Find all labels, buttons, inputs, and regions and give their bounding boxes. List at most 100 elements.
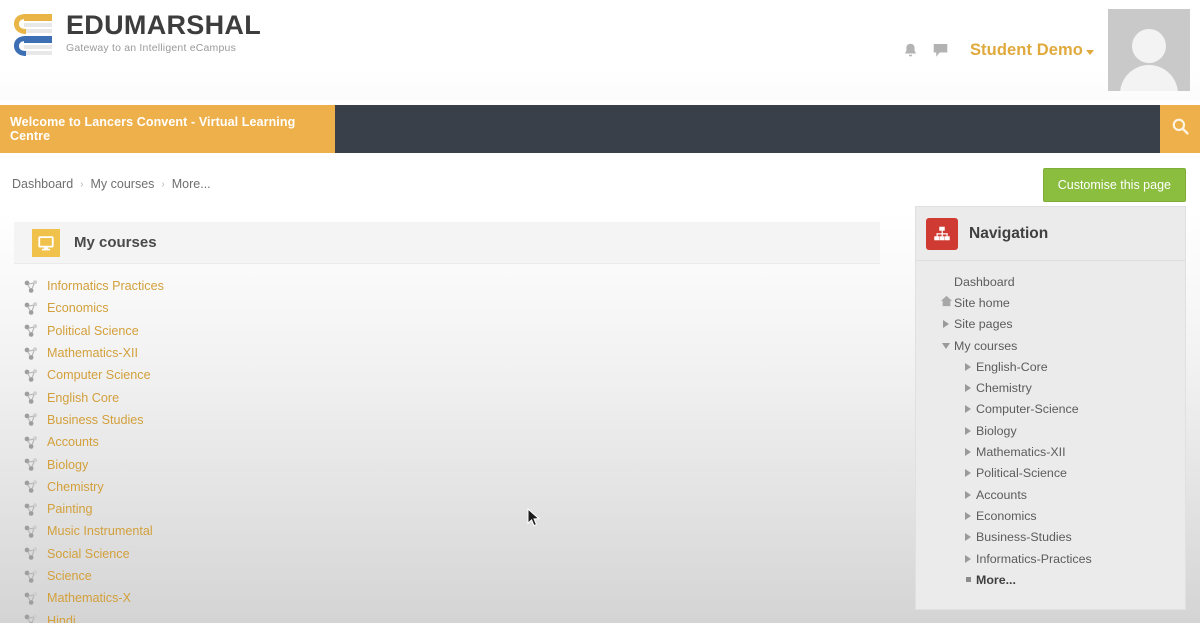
user-name-label[interactable]: Student Demo: [970, 41, 1083, 60]
course-link[interactable]: Science: [47, 569, 92, 583]
search-button[interactable]: [1160, 105, 1200, 153]
breadcrumb-separator: ›: [161, 178, 165, 190]
chevron-right-icon[interactable]: [965, 384, 971, 393]
nav-item-label: English-Core: [976, 359, 1048, 374]
course-list-item[interactable]: Painting: [14, 498, 880, 520]
course-list-item[interactable]: Biology: [14, 453, 880, 475]
nav-tree-item[interactable]: My courses: [916, 335, 1185, 356]
chevron-right-icon[interactable]: [965, 362, 971, 371]
nav-item-label: Accounts: [976, 487, 1027, 502]
breadcrumb: Dashboard › My courses › More...: [12, 177, 211, 191]
course-link[interactable]: Mathematics-XII: [47, 346, 138, 360]
course-link[interactable]: Mathematics-X: [47, 591, 131, 605]
chevron-right-icon[interactable]: [965, 490, 971, 499]
nav-tree-item[interactable]: Biology: [916, 420, 1185, 441]
course-list-item[interactable]: Mathematics-XII: [14, 342, 880, 364]
nav-tree-item[interactable]: Chemistry: [916, 377, 1185, 398]
nav-item-bullet: [938, 342, 954, 349]
brand-text: EDUMARSHAL Gateway to an Intelligent eCa…: [66, 10, 261, 55]
nav-item-label: Political-Science: [976, 466, 1067, 481]
chevron-right-icon[interactable]: [965, 554, 971, 563]
course-summary-icon: [24, 346, 39, 361]
course-link[interactable]: Hindi: [47, 614, 76, 623]
course-list-item[interactable]: English Core: [14, 386, 880, 408]
nav-tree-item[interactable]: Computer-Science: [916, 399, 1185, 420]
course-link[interactable]: Economics: [47, 301, 109, 315]
breadcrumb-item-dashboard[interactable]: Dashboard: [12, 177, 73, 191]
nav-tree-item[interactable]: Site home: [916, 292, 1185, 313]
course-link[interactable]: Political Science: [47, 324, 139, 338]
chevron-right-icon[interactable]: [965, 448, 971, 457]
message-bubble-icon[interactable]: [930, 39, 952, 61]
chevron-right-icon[interactable]: [965, 426, 971, 435]
course-summary-icon: [24, 412, 39, 427]
avatar[interactable]: [1108, 9, 1190, 91]
course-link[interactable]: Informatics Practices: [47, 279, 164, 293]
course-summary-icon: [24, 457, 39, 472]
course-list: Informatics Practices Economics Political …: [14, 275, 880, 623]
brand-logo[interactable]: EDUMARSHAL Gateway to an Intelligent eCa…: [10, 6, 261, 60]
course-list-item[interactable]: Social Science: [14, 543, 880, 565]
navbar-dark-area: [335, 105, 1160, 153]
nav-item-label: Computer-Science: [976, 402, 1079, 417]
customise-this-page-button[interactable]: Customise this page: [1042, 168, 1186, 202]
nav-item-label: Mathematics-XII: [976, 445, 1066, 460]
nav-tree-item[interactable]: More...: [916, 569, 1185, 590]
nav-item-label: My courses: [954, 338, 1018, 353]
chevron-right-icon[interactable]: [965, 405, 971, 414]
course-link[interactable]: Music Instrumental: [47, 524, 153, 538]
nav-item-bullet: [960, 362, 976, 371]
search-icon: [1171, 117, 1190, 141]
course-list-item[interactable]: Computer Science: [14, 364, 880, 386]
chevron-right-icon[interactable]: [965, 533, 971, 542]
breadcrumb-item-more[interactable]: More...: [172, 177, 211, 191]
nav-tree-item[interactable]: Mathematics-XII: [916, 441, 1185, 462]
course-list-item[interactable]: Informatics Practices: [14, 275, 880, 297]
avatar-body: [1120, 65, 1178, 91]
course-list-item[interactable]: Political Science: [14, 320, 880, 342]
course-list-item[interactable]: Business Studies: [14, 409, 880, 431]
nav-tree-item[interactable]: Political-Science: [916, 463, 1185, 484]
nav-tree-item[interactable]: Dashboard: [916, 271, 1185, 292]
nav-item-bullet: [960, 426, 976, 435]
square-bullet-icon: [965, 577, 971, 583]
course-list-item[interactable]: Science: [14, 565, 880, 587]
course-summary-icon: [24, 613, 39, 623]
nav-tree-item[interactable]: English-Core: [916, 356, 1185, 377]
nav-tree-item[interactable]: Economics: [916, 505, 1185, 526]
breadcrumb-item-my-courses[interactable]: My courses: [91, 177, 155, 191]
course-link[interactable]: Computer Science: [47, 368, 151, 382]
chevron-right-icon[interactable]: [965, 511, 971, 520]
course-link[interactable]: English Core: [47, 391, 119, 405]
course-list-item[interactable]: Accounts: [14, 431, 880, 453]
chevron-right-icon[interactable]: [965, 469, 971, 478]
sitemap-icon: [926, 217, 958, 250]
chevron-down-icon[interactable]: [942, 342, 950, 349]
nav-item-label: Site pages: [954, 317, 1013, 332]
course-summary-icon: [24, 435, 39, 450]
course-link[interactable]: Chemistry: [47, 480, 104, 494]
chevron-right-icon[interactable]: [943, 320, 949, 329]
course-link[interactable]: Biology: [47, 458, 88, 472]
course-list-item[interactable]: Economics: [14, 297, 880, 319]
nav-item-label: Dashboard: [954, 274, 1015, 289]
course-link[interactable]: Business Studies: [47, 413, 144, 427]
course-link[interactable]: Painting: [47, 502, 93, 516]
course-list-item[interactable]: Mathematics-X: [14, 587, 880, 609]
course-list-item[interactable]: Hindi: [14, 609, 880, 623]
course-list-item[interactable]: Music Instrumental: [14, 520, 880, 542]
monitor-icon: [32, 228, 60, 257]
my-courses-block-title: My courses: [74, 234, 157, 251]
bell-icon[interactable]: [900, 39, 922, 61]
course-summary-icon: [24, 479, 39, 494]
nav-item-bullet: [960, 511, 976, 520]
course-link[interactable]: Social Science: [47, 547, 130, 561]
course-link[interactable]: Accounts: [47, 435, 99, 449]
course-list-item[interactable]: Chemistry: [14, 476, 880, 498]
nav-tree-item[interactable]: Informatics-Practices: [916, 548, 1185, 569]
nav-tree-item[interactable]: Business-Studies: [916, 527, 1185, 548]
nav-tree-item[interactable]: Site pages: [916, 314, 1185, 335]
course-summary-icon: [24, 279, 39, 294]
nav-tree-item[interactable]: Accounts: [916, 484, 1185, 505]
chevron-down-icon[interactable]: [1086, 49, 1094, 55]
